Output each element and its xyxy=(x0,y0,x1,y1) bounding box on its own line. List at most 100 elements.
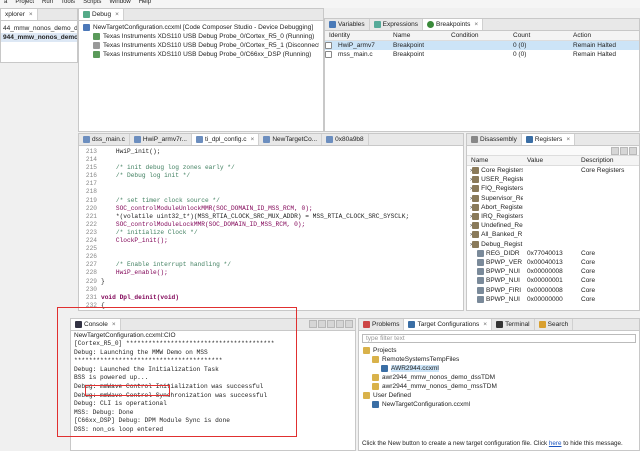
register-group[interactable]: › All_Banked_R xyxy=(467,230,639,239)
terminal-icon xyxy=(496,321,504,328)
column-header[interactable]: Action xyxy=(569,32,639,39)
code-line[interactable]: 216 /* Debug log init */ xyxy=(79,172,463,180)
code-line[interactable]: 231 void Dpl_deinit(void) xyxy=(79,294,463,302)
code-line[interactable]: 217 xyxy=(79,180,463,188)
new-console-icon[interactable] xyxy=(345,319,353,328)
menu-item[interactable]: Window xyxy=(109,0,130,8)
close-icon[interactable]: × xyxy=(115,11,119,18)
code-line[interactable]: 214 xyxy=(79,156,463,164)
code-line[interactable]: 229} xyxy=(79,278,463,286)
editor-tab[interactable]: 0x80a9b8 xyxy=(322,134,369,145)
debug-core-item[interactable]: Texas Instruments XDS110 USB Debug Probe… xyxy=(93,50,319,59)
register-group[interactable]: › Undefined_Re xyxy=(467,221,639,230)
editor-tab[interactable]: HwiP_armv7r... xyxy=(130,134,192,145)
column-header[interactable]: Description xyxy=(577,157,637,164)
debug-session[interactable]: NewTargetConfiguration.ccxml [Code Compo… xyxy=(83,23,319,32)
tree-item[interactable]: User Defined xyxy=(359,391,639,400)
hide-message-link[interactable]: here xyxy=(549,440,562,447)
code-line[interactable]: 224 ClockP_init(); xyxy=(79,237,463,245)
register-group[interactable]: › Abort_Registers xyxy=(467,203,639,212)
line-number: 213 xyxy=(85,148,97,155)
toolbar-icon[interactable] xyxy=(620,146,628,155)
register-group[interactable]: › FIQ_Registers xyxy=(467,184,639,193)
clear-console-icon[interactable] xyxy=(309,319,317,328)
debug-core-item[interactable]: Texas Instruments XDS110 USB Debug Probe… xyxy=(93,41,319,50)
filter-input[interactable]: type filter text xyxy=(362,334,636,343)
scroll-lock-icon[interactable] xyxy=(318,319,326,328)
tree-item[interactable]: NewTargetConfiguration.ccxml xyxy=(359,400,639,409)
register-row[interactable]: BPWP_VER 0x00040013 Core xyxy=(467,258,639,267)
editor-tab[interactable]: NewTargetCo... xyxy=(259,134,323,145)
toolbar-icon[interactable] xyxy=(611,146,619,155)
register-group[interactable]: › Supervisor_Re xyxy=(467,194,639,203)
close-icon[interactable]: × xyxy=(566,136,570,143)
menu-item[interactable]: Help xyxy=(139,0,151,8)
register-group[interactable]: › Debug_Regist xyxy=(467,240,639,249)
menu-item[interactable]: Tools xyxy=(61,0,75,8)
tree-item[interactable]: Projects xyxy=(359,346,639,355)
code-line[interactable]: 220 SOC_controlModuleUnlockMMR(SOC_DOMAI… xyxy=(79,205,463,213)
code-line[interactable]: 219 /* set timer clock source */ xyxy=(79,197,463,205)
breakpoint-row[interactable]: mss_main.c Breakpoint 0 (0) Remain Halted xyxy=(325,50,639,59)
pin-icon[interactable] xyxy=(327,319,335,328)
register-row[interactable]: REG_DIDR 0x77040013 Core xyxy=(467,249,639,258)
project-item[interactable]: 944_mmw_nonos_demo_m xyxy=(1,33,77,42)
register-group[interactable]: › Core Registers Core Registers xyxy=(467,166,639,175)
tab-expressions[interactable]: Expressions xyxy=(370,19,424,30)
menu-item[interactable]: Project xyxy=(15,0,34,8)
code-line[interactable]: 221 *(volatile uint32_t*)(MSS_RTIA_CLOCK… xyxy=(79,213,463,221)
close-icon[interactable]: × xyxy=(251,136,255,143)
column-header[interactable]: Count xyxy=(509,32,569,39)
debug-core-item[interactable]: Texas Instruments XDS110 USB Debug Probe… xyxy=(93,32,319,41)
register-group[interactable]: › IRQ_Registers xyxy=(467,212,639,221)
project-item[interactable]: 44_mmw_nonos_demo_dss xyxy=(1,24,77,33)
column-header[interactable]: Condition xyxy=(447,32,509,39)
tab-breakpoints[interactable]: Breakpoints × xyxy=(423,19,484,30)
display-console-icon[interactable] xyxy=(336,319,344,328)
tree-item[interactable]: awr2944_mmw_nonos_demo_mssTDM xyxy=(359,382,639,391)
register-row[interactable]: BPWP_NUI 0x00000000 Core xyxy=(467,295,639,304)
code-line[interactable]: 222 SOC_controlModuleLockMMR(SOC_DOMAIN_… xyxy=(79,221,463,229)
code-line[interactable]: 226 xyxy=(79,253,463,261)
code-line[interactable]: 228 HwiP_enable(); xyxy=(79,269,463,277)
column-header[interactable]: Value xyxy=(523,157,577,164)
tab-registers[interactable]: Registers × xyxy=(521,134,576,145)
code-line[interactable]: 225 xyxy=(79,245,463,253)
code-line[interactable]: 227 /* Enable interrupt handling */ xyxy=(79,261,463,269)
column-header[interactable]: Name xyxy=(467,157,523,164)
tab-variables[interactable]: Variables xyxy=(325,19,370,30)
register-row[interactable]: BPWP_NUI 0x00000001 Core xyxy=(467,276,639,285)
code-line[interactable]: 215 /* init debug log zones early */ xyxy=(79,164,463,172)
register-row[interactable]: BPWP_FIRI 0x00000008 Core xyxy=(467,285,639,294)
tab-target-configurations[interactable]: Target Configurations × xyxy=(404,319,493,330)
menu-item[interactable]: Run xyxy=(42,0,53,8)
toolbar-icon[interactable] xyxy=(629,146,637,155)
tab-terminal[interactable]: Terminal xyxy=(492,319,535,330)
close-icon[interactable]: × xyxy=(29,11,33,18)
tab-explorer[interactable]: xplorer × xyxy=(1,9,38,20)
editor-tab[interactable]: dss_main.c xyxy=(79,134,130,145)
code-line[interactable]: 230 xyxy=(79,286,463,294)
checkbox[interactable] xyxy=(325,42,332,49)
checkbox[interactable] xyxy=(325,51,332,58)
menu-item[interactable]: a xyxy=(4,0,7,8)
code-line[interactable]: 223 /* initialize Clock */ xyxy=(79,229,463,237)
menu-item[interactable]: Scripts xyxy=(83,0,101,8)
editor-tab[interactable]: ti_dpl_config.c × xyxy=(191,134,260,145)
tab-disassembly[interactable]: Disassembly xyxy=(467,134,522,145)
column-header[interactable]: Name xyxy=(389,32,447,39)
close-icon[interactable]: × xyxy=(474,21,478,28)
tree-item[interactable]: RemoteSystemsTempFiles xyxy=(359,355,639,364)
code-line[interactable]: 213 HwiP_init(); xyxy=(79,148,463,156)
tab-problems[interactable]: Problems xyxy=(359,319,405,330)
register-row[interactable]: BPWP_NUI 0x00000008 Core xyxy=(467,267,639,276)
breakpoint-row[interactable]: HwiP_armv7 Breakpoint 0 (0) Remain Halted xyxy=(325,41,639,50)
tree-item[interactable]: AWR2944.ccxml xyxy=(359,364,639,373)
tree-item[interactable]: awr2944_mmw_nonos_demo_dssTDM xyxy=(359,373,639,382)
tab-debug[interactable]: Debug × xyxy=(79,9,124,20)
code-line[interactable]: 218 xyxy=(79,188,463,196)
register-group[interactable]: › USER_Registers xyxy=(467,175,639,184)
close-icon[interactable]: × xyxy=(483,321,487,328)
column-header[interactable]: Identity xyxy=(325,32,389,39)
tab-search[interactable]: Search xyxy=(535,319,574,330)
